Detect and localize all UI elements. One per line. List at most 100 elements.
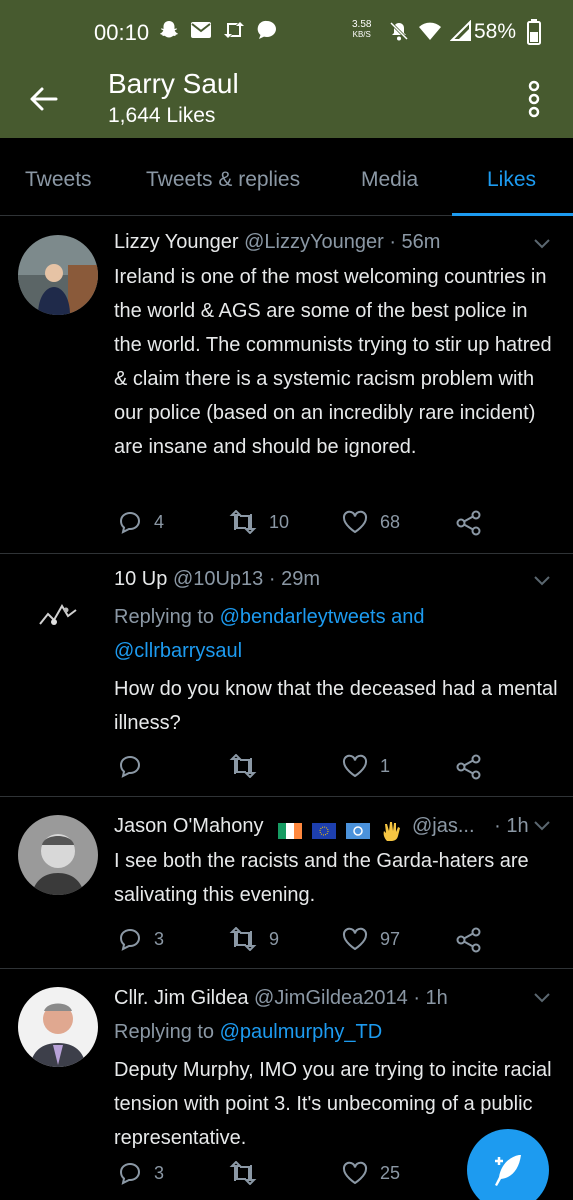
tweet[interactable]: 10 Up @10Up13 · 29m Replying to @bendarl… <box>0 554 573 797</box>
tweet-text: How do you know that the deceased had a … <box>114 678 558 734</box>
profile-header: Barry Saul 1,644 Likes <box>0 64 573 138</box>
retweet-button[interactable]: 9 <box>229 927 279 951</box>
reply-button[interactable]: 3 <box>118 1161 164 1185</box>
display-name[interactable]: 10 Up <box>114 568 167 590</box>
mention-link[interactable]: @paulmurphy_TD <box>220 1021 383 1043</box>
tweet-time: · 29m <box>268 568 320 590</box>
tweet-header: Cllr. Jim Gildea @JimGildea2014 · 1h <box>114 987 448 1010</box>
reply-icon <box>119 755 141 778</box>
retweet-icon <box>229 754 257 778</box>
heart-icon <box>342 927 368 951</box>
share-icon <box>456 754 481 780</box>
avatar-photo <box>18 235 98 315</box>
tweet-time: · 56m <box>389 231 441 253</box>
tweet-header: 10 Up @10Up13 · 29m <box>114 568 320 591</box>
tweet-actions: 4 10 68 <box>114 510 554 538</box>
share-button[interactable] <box>456 510 482 536</box>
tweet-handle-time: @jas... · 1h <box>412 815 529 838</box>
mention-link[interactable]: @bendarleytweets <box>220 606 386 628</box>
tab-tweets[interactable]: Tweets <box>25 168 92 192</box>
overflow-menu-icon[interactable] <box>524 80 544 118</box>
status-time: 00:10 <box>94 20 150 45</box>
tab-media[interactable]: Media <box>361 168 418 192</box>
heart-icon <box>342 1161 368 1185</box>
display-name[interactable]: Lizzy Younger <box>114 231 239 253</box>
message-bubble-icon <box>257 20 276 39</box>
tweet-text: I see both the racists and the Garda-hat… <box>114 850 529 906</box>
tweet-time: · 1h <box>413 987 448 1009</box>
chevron-down-icon[interactable] <box>532 237 552 251</box>
like-button[interactable]: 68 <box>342 510 400 534</box>
likes-count: 1,644 Likes <box>108 104 216 127</box>
like-button[interactable]: 1 <box>342 754 390 778</box>
tweet[interactable]: Jason O'Mahony @jas... · 1h I see both t… <box>0 797 573 969</box>
tweet-actions: 1 <box>114 754 554 782</box>
reply-icon <box>119 511 141 534</box>
reply-button[interactable]: 3 <box>118 927 164 951</box>
active-tab-indicator <box>452 213 573 216</box>
reply-button[interactable]: 4 <box>118 510 164 534</box>
battery-icon <box>527 19 541 45</box>
eu-flag-icon <box>312 823 336 839</box>
handle[interactable]: @LizzyYounger <box>244 231 384 253</box>
un-flag-icon <box>346 823 370 839</box>
handle[interactable]: @jas... <box>412 815 475 837</box>
avatar-photo <box>18 574 98 654</box>
display-name[interactable]: Jason O'Mahony <box>114 815 263 837</box>
ireland-flag-icon <box>278 823 302 839</box>
share-icon <box>456 927 481 953</box>
replying-to: Replying to @paulmurphy_TD <box>114 1021 383 1043</box>
avatar[interactable] <box>18 987 98 1067</box>
retweet-button[interactable] <box>229 1161 269 1185</box>
network-rate: 3.58 KB/S <box>352 19 372 40</box>
heart-icon <box>342 754 368 778</box>
retweet-icon <box>229 1161 257 1185</box>
chevron-down-icon[interactable] <box>532 991 552 1005</box>
tweet[interactable]: Lizzy Younger @LizzyYounger · 56m Irelan… <box>0 217 573 554</box>
avatar[interactable] <box>18 574 98 654</box>
mail-icon <box>191 22 211 38</box>
mention-link[interactable]: @cllrbarrysaul <box>114 640 242 662</box>
tweet-header: Lizzy Younger @LizzyYounger · 56m <box>114 231 440 254</box>
chevron-down-icon[interactable] <box>532 574 552 588</box>
share-button[interactable] <box>456 927 482 953</box>
tweet-text: Ireland is one of the most welcoming cou… <box>114 266 552 458</box>
name-emoji-flags <box>278 819 404 843</box>
share-button[interactable] <box>456 754 482 780</box>
tab-likes[interactable]: Likes <box>487 168 536 192</box>
avatar-photo <box>18 815 98 895</box>
mute-bell-icon <box>389 21 409 41</box>
battery-percent: 58% <box>474 20 517 43</box>
back-arrow-icon[interactable] <box>26 82 60 116</box>
handle[interactable]: @JimGildea2014 <box>254 987 408 1009</box>
heart-icon <box>342 510 368 534</box>
tweet-header: Jason O'Mahony <box>114 815 263 838</box>
chevron-down-icon[interactable] <box>532 819 552 833</box>
share-icon <box>456 510 481 536</box>
handle[interactable]: @10Up13 <box>173 568 263 590</box>
profile-name: Barry Saul <box>108 68 239 99</box>
retweet-button[interactable] <box>229 754 269 778</box>
avatar-photo <box>18 987 98 1067</box>
reply-icon <box>119 928 141 951</box>
reply-button[interactable] <box>118 754 154 778</box>
retweet-icon <box>229 927 257 951</box>
like-button[interactable]: 97 <box>342 927 400 951</box>
tab-tweets-replies[interactable]: Tweets & replies <box>146 168 300 192</box>
system-icons <box>388 20 472 42</box>
status-bar: 00:10 3.58 KB/S 58% <box>0 0 573 64</box>
compose-feather-icon <box>495 1155 521 1186</box>
retweet-button[interactable]: 10 <box>229 510 289 534</box>
vulcan-salute-icon <box>383 822 400 841</box>
snapchat-icon <box>160 21 178 38</box>
display-name[interactable]: Cllr. Jim Gildea <box>114 987 248 1009</box>
tweet-time: · 1h <box>494 815 529 837</box>
tweet-actions: 3 9 97 <box>114 927 554 955</box>
retweet-notification-icon <box>224 22 244 38</box>
cell-signal-icon <box>450 20 471 41</box>
profile-tabs: Tweets Tweets & replies Media Likes <box>0 138 573 216</box>
avatar[interactable] <box>18 815 98 895</box>
like-button[interactable]: 25 <box>342 1161 400 1185</box>
notification-icons <box>158 19 278 41</box>
avatar[interactable] <box>18 235 98 315</box>
